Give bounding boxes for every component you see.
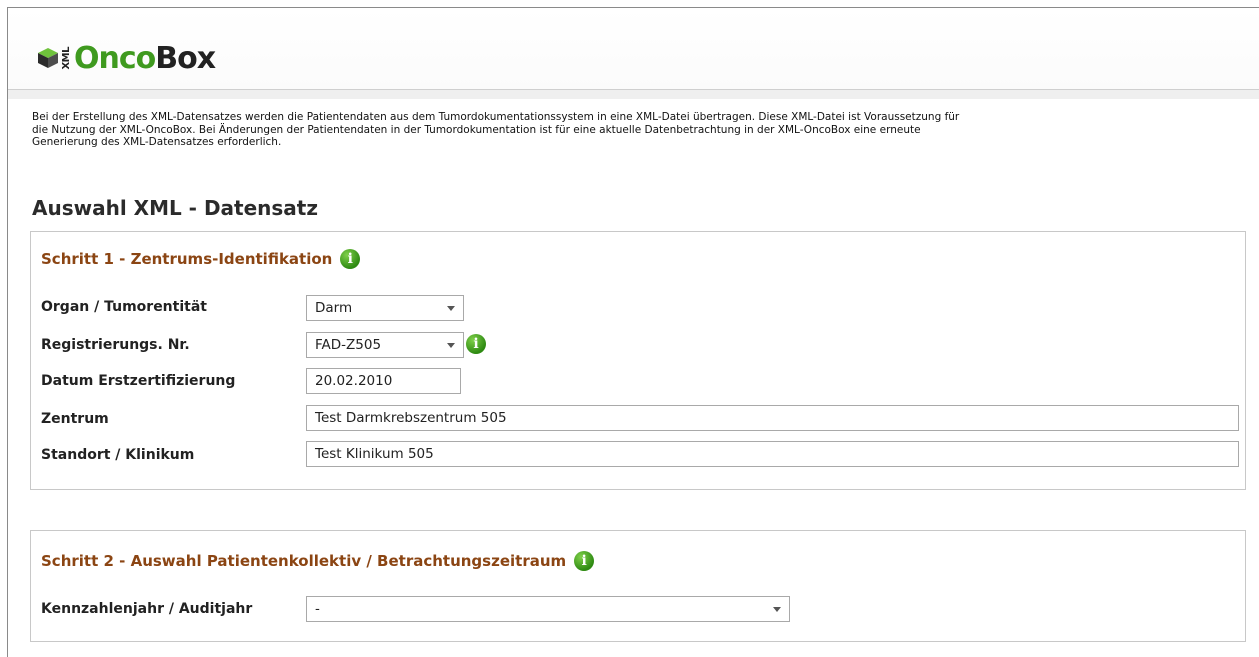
standort-label: Standort / Klinikum	[41, 447, 195, 463]
step1-title-row: Schritt 1 - Zentrums-Identifikation i	[41, 249, 361, 269]
intro-line-2: die Nutzung der XML-OncoBox. Bei Änderun…	[32, 123, 921, 136]
standort-input[interactable]: Test Klinikum 505	[306, 441, 1239, 467]
oncobox-logo[interactable]: XML Onco Box	[37, 38, 216, 78]
logo-xml-text: XML	[61, 46, 72, 70]
kennzahlenjahr-value: -	[315, 601, 320, 617]
kennzahlenjahr-select[interactable]: -	[306, 596, 790, 622]
step1-panel: Schritt 1 - Zentrums-Identifikation i Or…	[30, 231, 1246, 490]
chevron-down-icon	[447, 343, 455, 348]
datum-label: Datum Erstzertifizierung	[41, 373, 236, 389]
registrierung-label: Registrierungs. Nr.	[41, 337, 190, 353]
organ-select[interactable]: Darm	[306, 295, 464, 321]
step2-title-row: Schritt 2 - Auswahl Patientenkollektiv /…	[41, 551, 595, 571]
standort-value: Test Klinikum 505	[315, 446, 434, 462]
datum-input[interactable]: 20.02.2010	[306, 368, 461, 394]
step2-title: Schritt 2 - Auswahl Patientenkollektiv /…	[41, 552, 567, 570]
organ-value: Darm	[315, 300, 353, 316]
info-icon[interactable]: i	[340, 249, 361, 269]
registrierung-value: FAD-Z505	[315, 337, 382, 353]
step2-panel: Schritt 2 - Auswahl Patientenkollektiv /…	[30, 530, 1246, 642]
chevron-down-icon	[773, 607, 781, 612]
app-header: XML Onco Box	[8, 8, 1259, 90]
zentrum-value: Test Darmkrebszentrum 505	[315, 410, 507, 426]
intro-text: Bei der Erstellung des XML-Datensatzes w…	[32, 111, 1212, 149]
chevron-down-icon	[447, 306, 455, 311]
intro-line-1: Bei der Erstellung des XML-Datensatzes w…	[32, 111, 960, 123]
info-icon[interactable]: i	[574, 551, 595, 571]
datum-value: 20.02.2010	[315, 373, 393, 389]
step1-title: Schritt 1 - Zentrums-Identifikation	[41, 250, 333, 268]
info-icon[interactable]: i	[466, 334, 486, 354]
kennzahlenjahr-label: Kennzahlenjahr / Auditjahr	[41, 601, 253, 617]
organ-label: Organ / Tumorentität	[41, 299, 207, 315]
header-divider	[8, 89, 1259, 99]
zentrum-input[interactable]: Test Darmkrebszentrum 505	[306, 405, 1239, 431]
intro-line-3: Generierung des XML-Datensatzes erforder…	[32, 136, 282, 148]
logo-onco-text: Onco	[74, 40, 156, 76]
logo-box-text: Box	[155, 40, 216, 76]
page-title: Auswahl XML - Datensatz	[32, 196, 319, 220]
zentrum-label: Zentrum	[41, 411, 109, 427]
registrierung-select[interactable]: FAD-Z505	[306, 332, 464, 358]
cube-logo-icon	[38, 48, 58, 68]
